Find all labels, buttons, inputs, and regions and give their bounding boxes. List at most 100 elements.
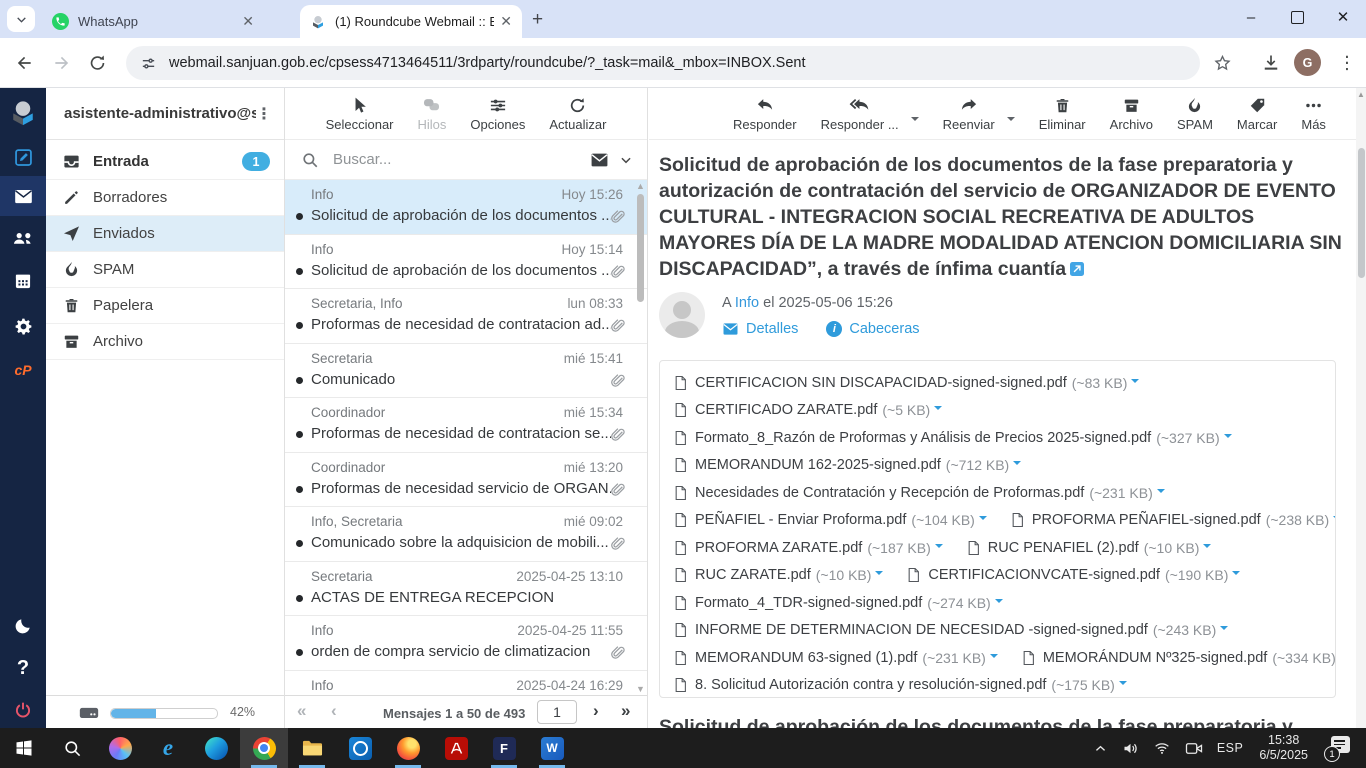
start-button[interactable] bbox=[0, 728, 48, 768]
site-settings-icon[interactable] bbox=[140, 55, 157, 72]
outlook-taskbar-icon[interactable] bbox=[336, 728, 384, 768]
sidebar-item-archivo[interactable]: Archivo bbox=[46, 324, 284, 360]
reply-all-button[interactable]: Responder ... bbox=[821, 96, 899, 131]
page-input[interactable] bbox=[537, 700, 577, 724]
refresh-button[interactable]: Actualizar bbox=[549, 96, 606, 131]
scroll-thumb[interactable] bbox=[1358, 148, 1365, 278]
restore-button[interactable] bbox=[1274, 0, 1320, 34]
tray-chevron-up-icon[interactable] bbox=[1093, 741, 1108, 756]
scroll-up-icon[interactable]: ▲ bbox=[1357, 90, 1365, 99]
attachment-item[interactable]: Formato_4_TDR-signed-signed.pdf(~274 KB) bbox=[674, 595, 1003, 611]
search-scope-mail-icon[interactable] bbox=[590, 152, 609, 168]
archive-button[interactable]: Archivo bbox=[1110, 96, 1153, 131]
tab-search-button[interactable] bbox=[7, 6, 35, 32]
calendar-nav-button[interactable] bbox=[0, 261, 46, 301]
forms-app-taskbar-icon[interactable]: F bbox=[480, 728, 528, 768]
list-item[interactable]: Info, Secretaria mié 09:02 Comunicado so… bbox=[285, 507, 647, 562]
reply-all-caret-icon[interactable] bbox=[911, 117, 919, 125]
scroll-up-icon[interactable]: ▲ bbox=[636, 181, 645, 191]
sidebar-item-borradores[interactable]: Borradores bbox=[46, 180, 284, 216]
tab-close-icon[interactable]: ✕ bbox=[242, 13, 254, 30]
copilot-taskbar-icon[interactable] bbox=[96, 728, 144, 768]
attachment-item[interactable]: 8. Solicitud Autorización contra y resol… bbox=[674, 677, 1127, 693]
contacts-nav-button[interactable] bbox=[0, 218, 46, 258]
attachment-menu-caret-icon[interactable] bbox=[1013, 461, 1021, 469]
firefox-taskbar-icon[interactable] bbox=[384, 728, 432, 768]
word-taskbar-icon[interactable]: W bbox=[528, 728, 576, 768]
select-button[interactable]: Seleccionar bbox=[326, 96, 394, 131]
meet-now-icon[interactable] bbox=[1185, 741, 1203, 756]
forward-caret-icon[interactable] bbox=[1007, 117, 1015, 125]
close-window-button[interactable]: ✕ bbox=[1320, 0, 1366, 34]
spam-button[interactable]: SPAM bbox=[1177, 96, 1213, 131]
headers-link[interactable]: Cabeceras bbox=[849, 321, 919, 337]
attachment-menu-caret-icon[interactable] bbox=[1220, 626, 1228, 634]
list-item[interactable]: Info 2025-04-24 16:29 bbox=[285, 671, 647, 696]
search-options-chevron-icon[interactable] bbox=[619, 153, 633, 167]
list-item[interactable]: Secretaria mié 15:41 Comunicado bbox=[285, 344, 647, 399]
list-scrollbar[interactable]: ▲ ▼ bbox=[635, 180, 646, 695]
attachment-item[interactable]: CERTIFICADO ZARATE.pdf(~5 KB) bbox=[674, 402, 942, 418]
tab-whatsapp[interactable]: WhatsApp ✕ bbox=[42, 5, 264, 38]
dark-mode-icon[interactable] bbox=[0, 606, 46, 646]
attachment-item[interactable]: CERTIFICACIONVCATE-signed.pdf(~190 KB) bbox=[907, 567, 1240, 583]
attachment-item[interactable]: PEÑAFIEL - Enviar Proforma.pdf(~104 KB) bbox=[674, 512, 987, 528]
first-page-button[interactable]: « bbox=[297, 701, 306, 721]
details-link[interactable]: Detalles bbox=[746, 321, 798, 337]
options-button[interactable]: Opciones bbox=[470, 96, 525, 131]
taskbar-search-button[interactable] bbox=[48, 728, 96, 768]
notification-center-icon[interactable]: 1 bbox=[1324, 736, 1354, 760]
help-icon[interactable]: ? bbox=[0, 648, 46, 688]
list-item[interactable]: Secretaria, Info lun 08:33 Proformas de … bbox=[285, 289, 647, 344]
bookmark-star-icon[interactable] bbox=[1213, 53, 1232, 72]
minimize-button[interactable]: – bbox=[1228, 0, 1274, 34]
file-explorer-taskbar-icon[interactable] bbox=[288, 728, 336, 768]
attachment-item[interactable]: PROFORMA PEÑAFIEL-signed.pdf(~238 KB) bbox=[1011, 512, 1336, 528]
sidebar-item-enviados[interactable]: Enviados bbox=[46, 216, 284, 252]
acrobat-taskbar-icon[interactable] bbox=[432, 728, 480, 768]
tab-roundcube[interactable]: (1) Roundcube Webmail :: Envia ✕ bbox=[300, 5, 522, 38]
taskbar-clock[interactable]: 15:38 6/5/2025 bbox=[1259, 733, 1308, 763]
address-bar[interactable]: webmail.sanjuan.gob.ec/cpsess4713464511/… bbox=[126, 46, 1200, 80]
new-tab-button[interactable]: + bbox=[532, 9, 543, 31]
attachment-item[interactable]: INFORME DE DETERMINACION DE NECESIDAD -s… bbox=[674, 622, 1228, 638]
attachment-menu-caret-icon[interactable] bbox=[979, 516, 987, 524]
attachment-menu-caret-icon[interactable] bbox=[990, 654, 998, 662]
attachment-item[interactable]: MEMORANDUM 63-signed (1).pdf(~231 KB) bbox=[674, 650, 998, 666]
attachment-menu-caret-icon[interactable] bbox=[935, 544, 943, 552]
attachment-item[interactable]: Formato_8_Razón de Proformas y Análisis … bbox=[674, 430, 1232, 446]
chrome-taskbar-icon[interactable] bbox=[240, 728, 288, 768]
attachment-item[interactable]: RUC PENAFIEL (2).pdf(~10 KB) bbox=[967, 540, 1212, 556]
profile-avatar[interactable]: G bbox=[1294, 49, 1321, 76]
attachment-item[interactable]: RUC ZARATE.pdf(~10 KB) bbox=[674, 567, 883, 583]
threads-button[interactable]: Hilos bbox=[418, 96, 447, 131]
scroll-down-icon[interactable]: ▼ bbox=[636, 684, 645, 694]
reload-button[interactable] bbox=[88, 53, 107, 72]
attachment-menu-caret-icon[interactable] bbox=[1232, 571, 1240, 579]
forward-button[interactable]: Reenviar bbox=[943, 96, 995, 131]
compose-button[interactable] bbox=[0, 137, 46, 177]
list-item[interactable]: Coordinador mié 15:34 Proformas de neces… bbox=[285, 398, 647, 453]
external-link-icon[interactable] bbox=[1070, 262, 1084, 276]
delete-button[interactable]: Eliminar bbox=[1039, 96, 1086, 131]
internet-explorer-taskbar-icon[interactable]: e bbox=[144, 728, 192, 768]
list-item[interactable]: Info Hoy 15:26 Solicitud de aprobación d… bbox=[285, 180, 647, 235]
attachment-menu-caret-icon[interactable] bbox=[934, 406, 942, 414]
language-indicator[interactable]: ESP bbox=[1217, 741, 1244, 755]
mail-nav-button[interactable] bbox=[0, 176, 46, 216]
wifi-icon[interactable] bbox=[1153, 740, 1171, 756]
attachment-item[interactable]: MEMORÁNDUM Nº325-signed.pdf(~334 KB) bbox=[1022, 650, 1336, 666]
prev-page-button[interactable]: ‹ bbox=[331, 701, 337, 721]
sidebar-item-entrada[interactable]: Entrada 1 bbox=[46, 144, 284, 180]
attachment-menu-caret-icon[interactable] bbox=[1131, 379, 1139, 387]
attachment-menu-caret-icon[interactable] bbox=[875, 571, 883, 579]
search-input[interactable] bbox=[331, 150, 590, 169]
list-item[interactable]: Secretaria 2025-04-25 13:10 ACTAS DE ENT… bbox=[285, 562, 647, 617]
message-scrollbar[interactable]: ▲ bbox=[1356, 88, 1366, 728]
cpanel-icon[interactable]: cP bbox=[0, 350, 46, 390]
sidebar-item-spam[interactable]: SPAM bbox=[46, 252, 284, 288]
scroll-thumb[interactable] bbox=[637, 194, 644, 302]
list-item[interactable]: Coordinador mié 13:20 Proformas de neces… bbox=[285, 453, 647, 508]
download-icon[interactable] bbox=[1261, 53, 1281, 73]
logout-power-icon[interactable] bbox=[0, 690, 46, 730]
